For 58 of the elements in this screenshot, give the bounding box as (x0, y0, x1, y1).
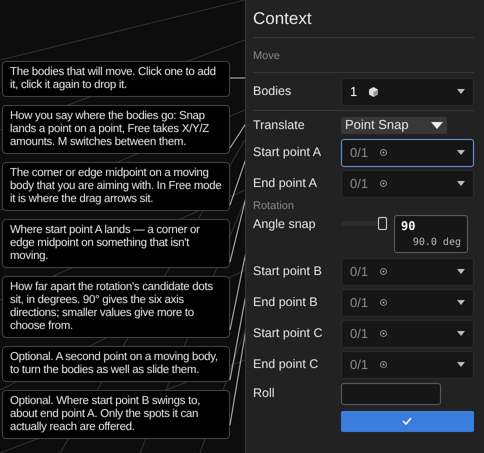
picker-count: 0/1 (350, 294, 368, 312)
target-icon (380, 330, 388, 337)
check-icon (402, 417, 412, 425)
picker-count: 1 (350, 82, 358, 101)
caret-icon (457, 150, 465, 155)
caret-icon (431, 122, 443, 128)
field-label: Start point A (253, 144, 322, 162)
tooltip: Optional. A second point on a moving body, to turn the bodies as well as slide them. (2, 346, 230, 382)
slider-thumb[interactable] (378, 217, 387, 230)
caret-icon (457, 362, 465, 367)
section-heading: Move (253, 50, 280, 62)
caret-icon (457, 300, 465, 305)
field-label: Angle snap (253, 216, 317, 233)
point-picker[interactable]: 1 (341, 78, 474, 106)
angle-field[interactable]: 90 90.0 deg (394, 215, 468, 253)
picker-count: 0/1 (350, 356, 368, 374)
target-icon (380, 361, 388, 368)
tooltip: The corner or edge midpoint on a moving body that you are aiming with. In Free mode it is where the drag arrows sit. (2, 162, 230, 211)
target-icon (380, 149, 388, 156)
field-label: End point A (253, 175, 318, 192)
target-icon (380, 268, 388, 275)
angle-slider[interactable] (341, 217, 387, 229)
point-picker[interactable]: 0/1 (341, 288, 474, 316)
caret-icon (457, 89, 465, 94)
roll-field[interactable] (341, 382, 441, 404)
tooltip: How you say where the bodies go: Snap lands a point on a point, Free takes X/Y/Z amounts. M switches between them. (2, 105, 230, 154)
point-picker[interactable]: 0/1 (341, 138, 474, 166)
point-picker[interactable]: 0/1 (341, 170, 474, 198)
angle-reading: 90.0 deg (412, 236, 461, 250)
section-heading: Rotation (253, 198, 294, 214)
picker-count: 0/1 (350, 174, 368, 193)
field-label: Start point C (253, 325, 324, 342)
angle-value: 90 (401, 218, 416, 235)
point-picker[interactable]: 0/1 (341, 350, 474, 378)
target-icon (380, 299, 388, 306)
panel-title: Context (253, 9, 312, 28)
caret-icon (457, 181, 465, 186)
tooltip: How far apart the rotation's candidate dots sit, in degrees. 90° gives the six axis directions; smaller values give more to choose from. (2, 276, 230, 338)
field-label: End point C (253, 356, 320, 374)
tooltip: Optional. Where start point B swings to, about end point A. Only the spots it can actually reach are offered. (2, 390, 230, 439)
picker-count: 0/1 (350, 262, 368, 281)
caret-icon (457, 331, 465, 336)
tooltip: Where start point A lands — a corner or edge midpoint on something that isn't moving. (2, 219, 230, 268)
picker-count: 0/1 (350, 324, 368, 343)
field-label: Roll (253, 385, 276, 402)
field-label: End point B (253, 294, 319, 312)
picker-count: 0/1 (350, 144, 368, 162)
caret-icon (457, 269, 465, 274)
mode-dropdown[interactable]: Point Snap (341, 116, 447, 134)
point-picker[interactable]: 0/1 (341, 320, 474, 348)
field-label: Bodies (253, 83, 292, 100)
field-label: Start point B (253, 263, 323, 280)
tooltip: The bodies that will move. Click one to add it, click it again to drop it. (2, 61, 230, 97)
target-icon (380, 180, 388, 187)
point-picker[interactable]: 0/1 (341, 258, 474, 286)
field-label: Translate (253, 116, 306, 134)
confirm-button[interactable] (340, 410, 474, 432)
cube-icon (369, 86, 378, 96)
